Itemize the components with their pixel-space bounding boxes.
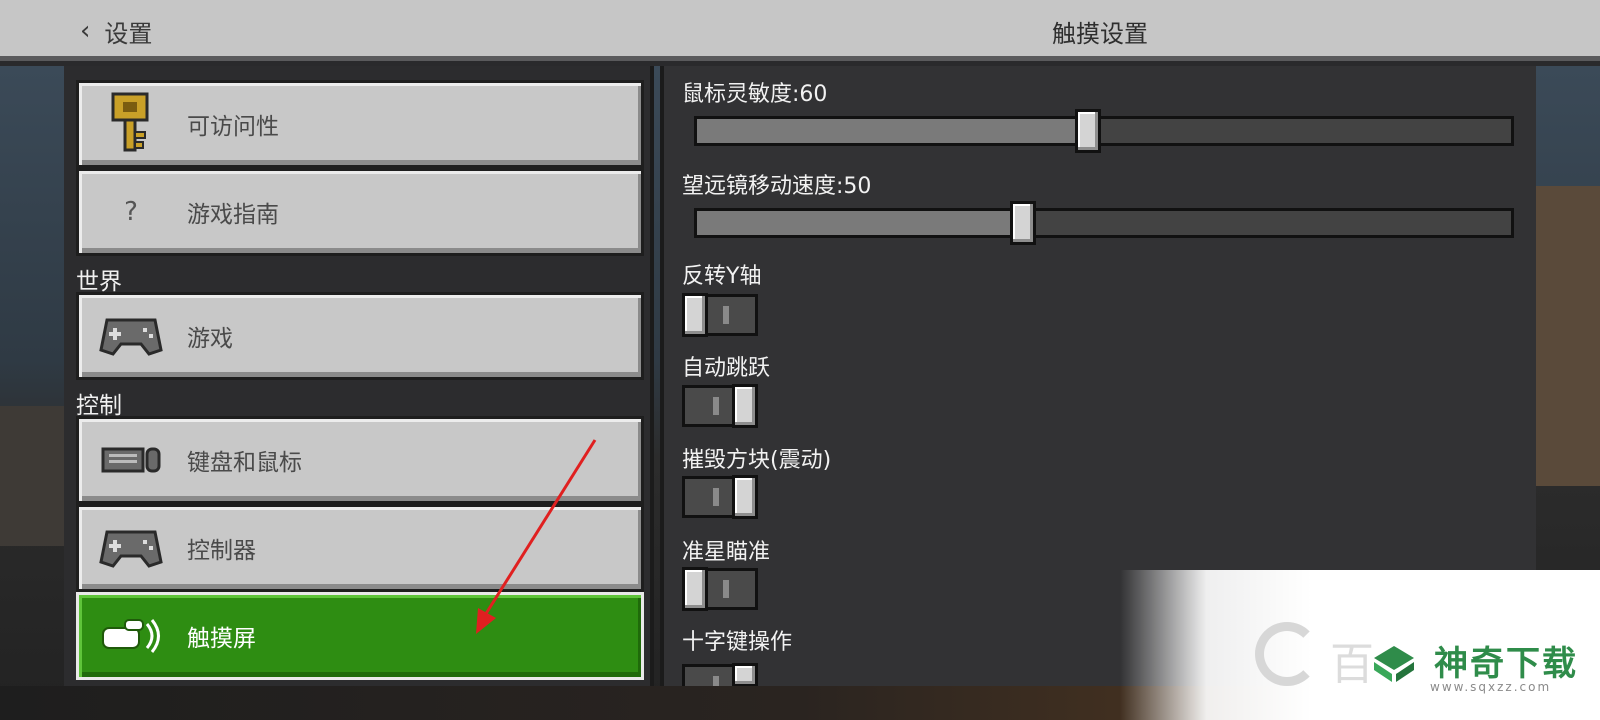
toggle-knob <box>682 567 708 611</box>
sidebar-item-label: 可访问性 <box>187 114 279 140</box>
toggle-indicator <box>713 397 719 415</box>
section-label-controls: 控制 <box>76 393 122 419</box>
brand-logo-icon <box>1374 646 1414 682</box>
page-title: 触摸设置 <box>1052 20 1148 48</box>
question-icon: ? <box>124 197 138 227</box>
toggle-knob <box>732 384 758 428</box>
toggle-indicator <box>713 488 719 506</box>
sidebar-item-label: 控制器 <box>187 538 256 564</box>
invert-y-label: 反转Y轴 <box>682 264 762 289</box>
sidebar-item-label: 游戏指南 <box>187 202 279 228</box>
break-vibration-label: 摧毁方块(震动) <box>682 448 832 473</box>
slider-handle[interactable] <box>1010 201 1036 245</box>
back-label: 设置 <box>104 19 153 48</box>
watermark-partial-text: 百 <box>1330 639 1374 690</box>
mouse-sensitivity-slider[interactable] <box>694 109 1514 153</box>
toggle-knob <box>682 293 708 337</box>
back-button[interactable]: ‹ 设置 <box>80 12 152 50</box>
dpad-toggle[interactable] <box>682 663 758 694</box>
gamepad-icon <box>99 516 163 580</box>
slider-handle[interactable] <box>1075 109 1101 153</box>
scene-block <box>0 406 64 546</box>
section-label-world: 世界 <box>76 269 122 295</box>
telescope-speed-label: 望远镜移动速度:50 <box>682 174 872 199</box>
telescope-speed-slider[interactable] <box>694 201 1514 245</box>
toggle-indicator <box>723 306 729 324</box>
annotation-arrow-icon <box>476 439 597 634</box>
touch-hand-icon <box>99 604 163 668</box>
crosshair-aim-toggle[interactable] <box>682 567 758 611</box>
crosshair-aim-label: 准星瞄准 <box>682 540 771 565</box>
keyboard-mouse-icon <box>99 428 163 492</box>
sidebar-item-label: 键盘和鼠标 <box>187 450 302 476</box>
toggle-indicator <box>723 580 729 598</box>
toggle-knob <box>732 475 758 519</box>
key-icon <box>99 92 163 156</box>
scene-block <box>1536 186 1600 486</box>
watermark-brand: 神奇下载 <box>1434 644 1578 684</box>
watermark-logo-icon <box>1255 622 1319 686</box>
auto-jump-label: 自动跳跃 <box>682 356 771 381</box>
sidebar-item-how-to-play[interactable]: ? 游戏指南 <box>76 168 644 256</box>
watermark-url: www.sqxzz.com <box>1430 680 1552 694</box>
sidebar-item-game[interactable]: 游戏 <box>76 292 644 380</box>
auto-jump-toggle[interactable] <box>682 384 758 428</box>
gamepad-icon <box>99 304 163 368</box>
dpad-label: 十字键操作 <box>682 630 793 655</box>
mouse-sensitivity-label: 鼠标灵敏度:60 <box>682 82 828 107</box>
sidebar-item-label: 触摸屏 <box>187 626 256 652</box>
top-bar: ‹ 设置 触摸设置 <box>0 0 1600 61</box>
chevron-left-icon: ‹ <box>80 16 91 46</box>
break-vibration-toggle[interactable] <box>682 475 758 519</box>
toggle-knob <box>732 663 758 687</box>
invert-y-toggle[interactable] <box>682 293 758 337</box>
sidebar-item-accessibility[interactable]: 可访问性 <box>76 80 644 168</box>
sidebar-item-label: 游戏 <box>187 326 233 352</box>
slider-fill <box>697 211 1023 235</box>
slider-fill <box>697 119 1088 143</box>
